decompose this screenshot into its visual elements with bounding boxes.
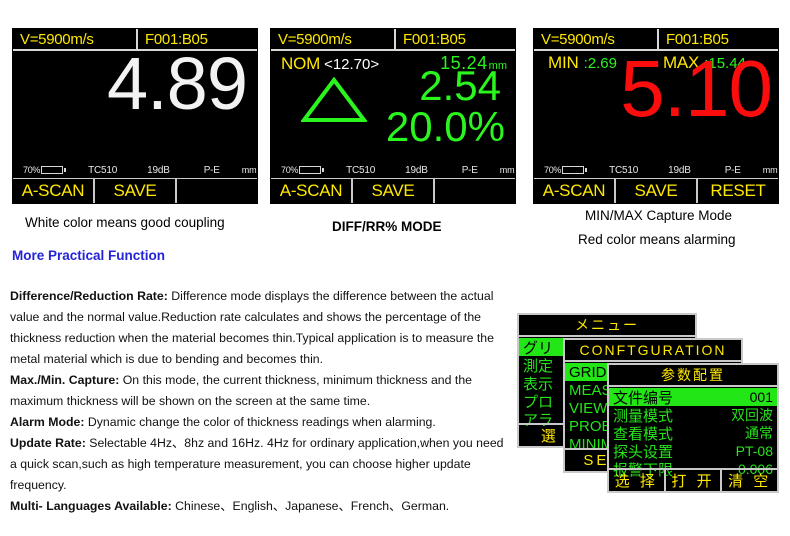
menu-item-label: MEAS [569,381,612,399]
feature-description-text: Difference/Reduction Rate: Difference mo… [10,286,510,517]
menu-title-english: CONFTGURATION [565,340,741,362]
screen1-status-bar: 70% TC510 19dB P-E mm [13,162,257,179]
battery-icon [299,166,325,174]
lead-multi-languages: Multi- Languages Available: [10,499,172,513]
menu-footer-chinese: 选 择 打 开 清 空 [609,468,777,491]
screen1-softkeys: A-SCAN SAVE [13,179,257,203]
menu-item[interactable]: 测量模式 双回波 [609,406,777,425]
measure-mode-label: P-E [203,164,220,176]
menu-item-value: 双回波 [731,407,773,423]
screen2-body: NOM <12.70> 15.24 mm 2.54 20.0% [271,51,515,175]
battery-indicator: 70% [281,165,325,175]
paragraph-update-rate: Update Rate: Selectable 4Hz、8hz and 16Hz… [10,433,510,496]
battery-icon [41,166,67,174]
softkey-empty[interactable] [435,179,515,203]
softkey-a-scan[interactable]: A-SCAN [534,179,616,203]
gain-label: 19dB [405,164,428,176]
menu-item-label: GRID [569,363,607,381]
screen2-status-bar: 70% TC510 19dB P-E mm [271,162,515,179]
softkey-save[interactable]: SAVE [616,179,698,203]
menu-screen-chinese: 参数配置 文件编号 001 测量模式 双回波 查看模式 通常 探头设置 PT-08 报警… [607,363,779,493]
caption-screen-3-line2: Red color means alarming [578,232,736,247]
menu-title-japanese: メニュー [519,315,695,337]
measure-mode-label: P-E [724,164,741,176]
screen1-body: 4.89 [13,47,257,175]
softkey-a-scan[interactable]: A-SCAN [13,179,95,203]
unit-label: mm [499,165,515,175]
screen2-header: V=5900m/s F001:B05 [271,29,515,51]
softkey-reset[interactable]: RESET [698,179,778,203]
unit-label: mm [762,165,778,175]
battery-percent-label: 70% [281,165,299,175]
section-heading-more-practical: More Practical Function [12,248,166,263]
min-value: :2.69 [583,55,617,72]
menu-item-label: VIEW [569,399,608,417]
gain-label: 19dB [147,164,170,176]
paragraph-alarm-mode: Alarm Mode: Dynamic change the color of … [10,412,510,433]
velocity-label: V=5900m/s [271,29,396,50]
screen3-status-bar: 70% TC510 19dB P-E mm [534,162,778,179]
difference-value: 2.54 [419,62,501,109]
menu-rows-chinese: 文件编号 001 测量模式 双回波 查看模式 通常 探头设置 PT-08 报警下限 0.0… [609,387,777,479]
screen2-softkeys: A-SCAN SAVE [271,179,515,203]
softkey-save[interactable]: SAVE [95,179,177,203]
paragraph-max-min-capture: Max./Min. Capture: On this mode, the cur… [10,370,510,412]
battery-icon [562,166,588,174]
unit-label: mm [241,165,257,175]
gauge-screen-diff-rr: V=5900m/s F001:B05 NOM <12.70> 15.24 mm … [270,28,516,204]
caption-screen-3-line1: MIN/MAX Capture Mode [585,208,733,223]
softkey-empty[interactable] [177,179,257,203]
battery-indicator: 70% [23,165,67,175]
min-label: MIN [548,53,579,72]
battery-percent-label: 70% [544,165,562,175]
probe-label: TC510 [88,164,118,176]
menu-title-chinese: 参数配置 [609,365,777,387]
menu-item[interactable]: 查看模式 通常 [609,424,777,443]
softkey-save[interactable]: SAVE [353,179,435,203]
lead-alarm-mode: Alarm Mode: [10,415,85,429]
probe-label: TC510 [346,164,376,176]
lead-difference-reduction-rate: Difference/Reduction Rate: [10,289,168,303]
thickness-reading: 5.10 [620,44,773,133]
menu-softkey-open[interactable]: 打 开 [666,470,723,491]
battery-percent-label: 70% [23,165,41,175]
menu-item-value: 通常 [745,425,773,441]
nominal-value: <12.70> [324,56,380,73]
caption-screen-1: White color means good coupling [25,215,225,230]
menu-item-value: PT-08 [735,443,773,459]
thickness-reading: 4.89 [106,42,248,125]
nominal-label: NOM [281,54,321,73]
screen3-softkeys: A-SCAN SAVE RESET [534,179,778,203]
probe-label: TC510 [609,164,639,176]
battery-indicator: 70% [544,165,588,175]
menu-softkey-clear[interactable]: 清 空 [722,470,777,491]
caption-screen-2: DIFF/RR% MODE [332,219,442,234]
softkey-a-scan[interactable]: A-SCAN [271,179,353,203]
paragraph-difference-reduction-rate: Difference/Reduction Rate: Difference mo… [10,286,510,370]
reduction-rate-value: 20.0% [385,103,505,150]
menu-item[interactable]: 探头设置 PT-08 [609,442,777,461]
menu-softkey-select[interactable]: 选 择 [609,470,666,491]
lead-max-min-capture: Max./Min. Capture: [10,373,120,387]
file-block-label: F001:B05 [403,30,466,48]
menu-item[interactable]: 文件编号 001 [609,388,777,407]
text-alarm-mode: Dynamic change the color of thickness re… [84,415,436,429]
menu-item-value: 001 [749,389,773,405]
menu-item-label: PROB [569,417,612,435]
measure-mode-label: P-E [461,164,478,176]
gauge-screen-min-max: V=5900m/s F001:B05 MIN :2.69 MAX :15.44 … [533,28,779,204]
gain-label: 19dB [668,164,691,176]
paragraph-multi-languages: Multi- Languages Available: Chinese、Engl… [10,496,510,517]
gauge-screen-normal: V=5900m/s F001:B05 4.89 70% TC510 19dB P… [12,28,258,204]
screen3-body: MIN :2.69 MAX :15.44 5.10 [534,44,778,175]
text-multi-languages: Chinese、English、Japanese、French、German. [171,499,450,513]
lead-update-rate: Update Rate: [10,436,86,450]
